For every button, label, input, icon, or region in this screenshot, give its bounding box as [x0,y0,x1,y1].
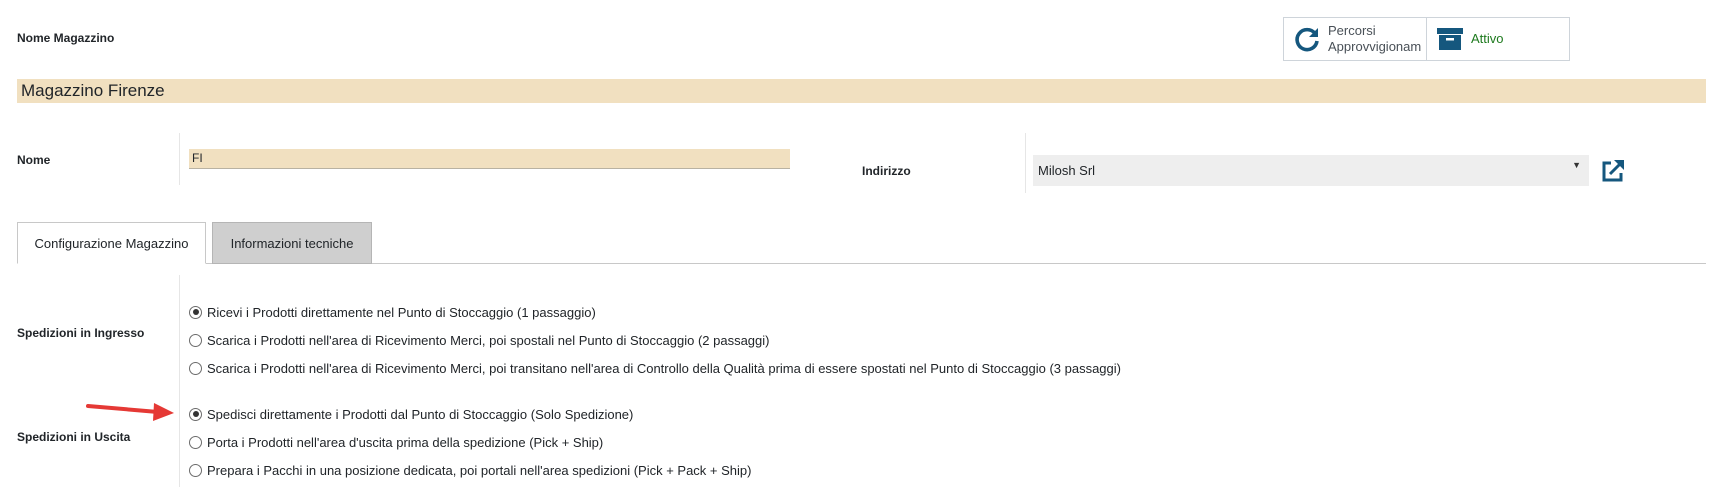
radio-label: Prepara i Pacchi in una posizione dedica… [207,462,752,478]
radio-label: Porta i Prodotti nell'area d'uscita prim… [207,434,604,450]
section-separator [179,275,180,487]
incoming-option-1[interactable]: Ricevi i Prodotti direttamente nel Punto… [189,303,596,321]
incoming-shipments-label: Spedizioni in Ingresso [17,326,145,340]
tab-configurazione-magazzino[interactable]: Configurazione Magazzino [17,222,206,264]
form-heading-label: Nome Magazzino [17,31,115,45]
warehouse-name-field[interactable]: Magazzino Firenze [17,79,1706,103]
warehouse-name-value: Magazzino Firenze [21,81,165,100]
field-separator [179,133,180,185]
radio-button[interactable] [189,361,202,375]
incoming-option-2[interactable]: Scarica i Prodotti nell'area di Ricevime… [189,331,770,349]
radio-label: Scarica i Prodotti nell'area di Ricevime… [207,332,770,348]
active-toggle-button[interactable]: Attivo [1427,18,1569,60]
refresh-icon [1292,24,1322,54]
tab-informazioni-tecniche[interactable]: Informazioni tecniche [212,222,372,264]
indirizzo-value: Milosh Srl [1038,163,1096,178]
smart-button-box: Percorsi Approvvigionam Attivo [1283,17,1570,61]
radio-button-selected[interactable] [189,407,202,421]
radio-button[interactable] [189,333,202,347]
radio-button[interactable] [189,435,202,449]
indirizzo-label: Indirizzo [862,164,911,178]
outgoing-option-2[interactable]: Porta i Prodotti nell'area d'uscita prim… [189,433,603,451]
routes-smart-button[interactable]: Percorsi Approvvigionam [1284,18,1427,60]
incoming-option-3[interactable]: Scarica i Prodotti nell'area di Ricevime… [189,359,1121,377]
external-link-icon[interactable] [1600,158,1626,184]
outgoing-option-3[interactable]: Prepara i Pacchi in una posizione dedica… [189,461,751,479]
radio-label: Spedisci direttamente i Prodotti dal Pun… [207,406,634,422]
archive-icon [1435,24,1465,54]
radio-button[interactable] [189,463,202,477]
nome-input[interactable]: FI [189,149,790,169]
indirizzo-select[interactable]: Milosh Srl ▼ [1033,155,1589,186]
dropdown-caret-icon: ▼ [1572,160,1581,170]
active-label: Attivo [1471,31,1504,46]
outgoing-shipments-label: Spedizioni in Uscita [17,430,131,444]
routes-label-line2: Approvvigionam [1328,39,1422,54]
radio-label: Ricevi i Prodotti direttamente nel Punto… [207,304,596,320]
field-separator [1025,133,1026,193]
outgoing-option-1[interactable]: Spedisci direttamente i Prodotti dal Pun… [189,405,633,423]
routes-label-line1: Percorsi [1328,23,1376,38]
routes-smart-button-label: Percorsi Approvvigionam [1328,23,1421,55]
nome-label: Nome [17,153,51,167]
radio-button-selected[interactable] [189,305,202,319]
annotation-arrow-icon [86,403,174,421]
radio-label: Scarica i Prodotti nell'area di Ricevime… [207,360,1121,376]
